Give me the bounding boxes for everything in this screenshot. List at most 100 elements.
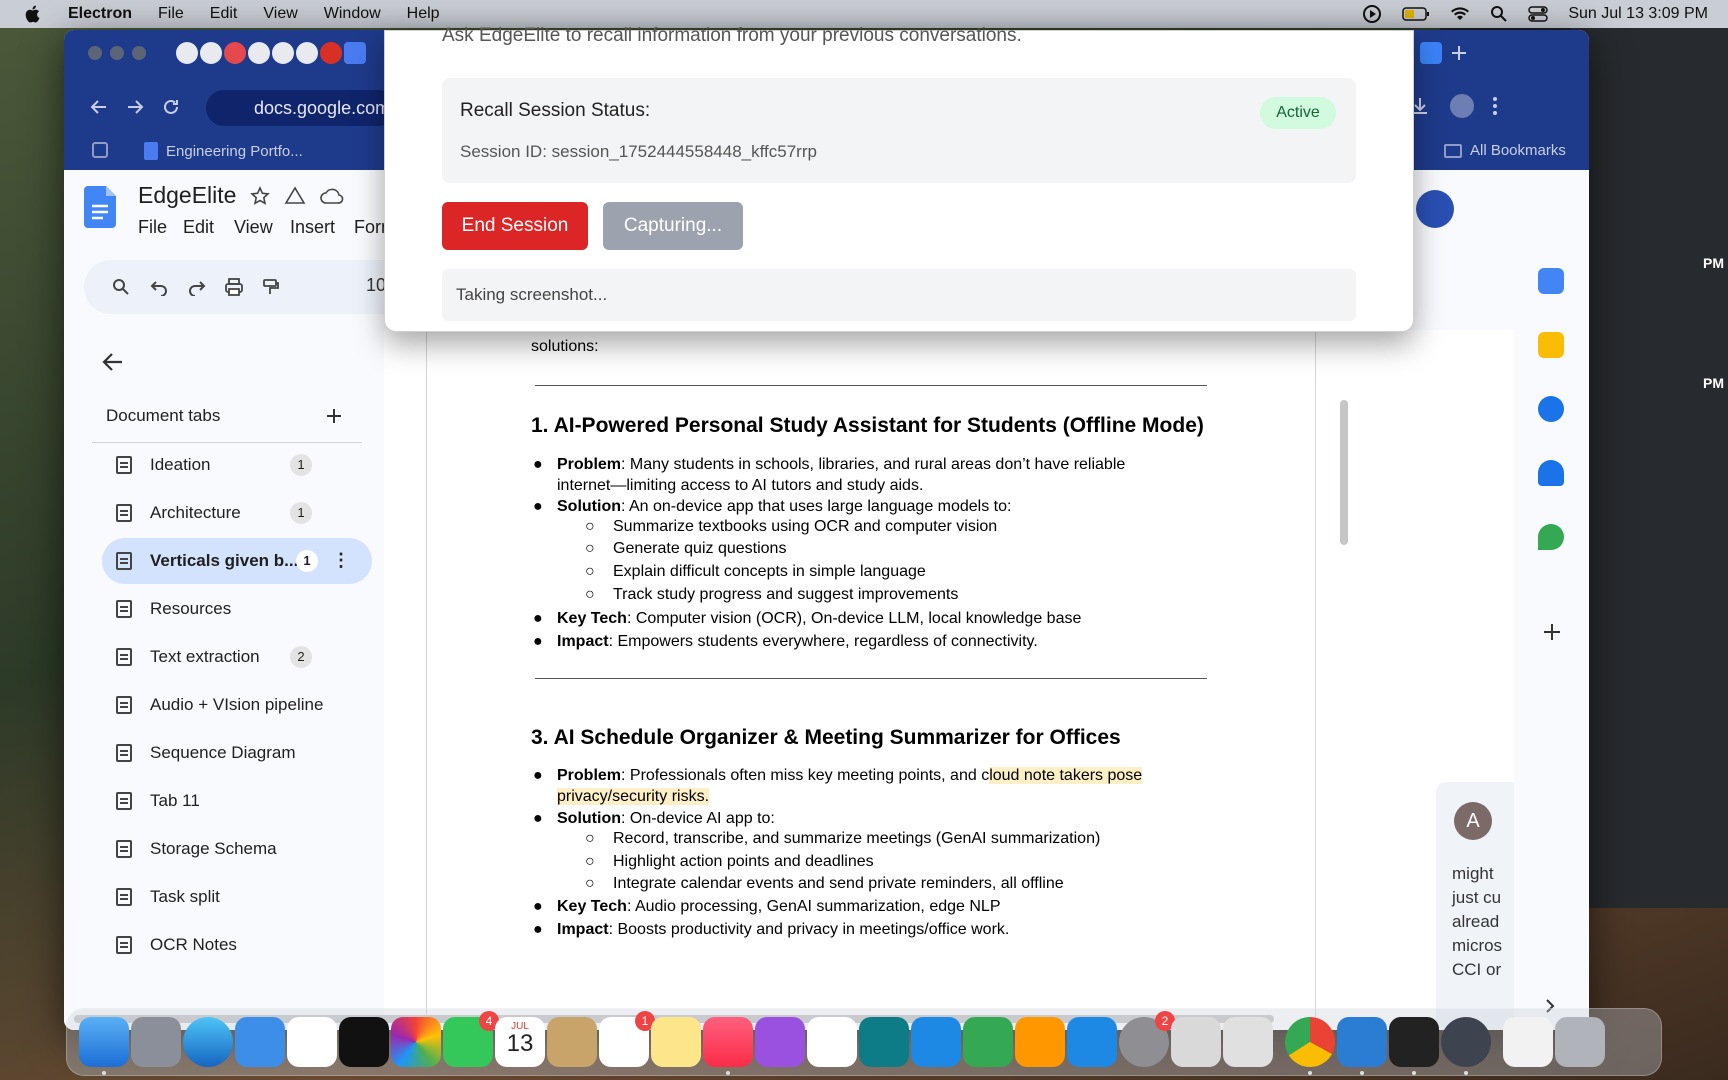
docs-menu-insert[interactable]: Insert [290,217,335,238]
user-avatar[interactable] [1416,190,1454,228]
control-center-icon[interactable] [1528,5,1549,23]
back-arrow-icon[interactable] [102,352,124,372]
keynote-icon[interactable] [911,1017,961,1067]
pinned-tab[interactable] [248,42,270,64]
contacts-app-icon[interactable] [547,1017,597,1067]
add-addon-icon[interactable] [1542,622,1562,642]
upwork-tab[interactable] [224,42,246,64]
mail-icon[interactable] [235,1017,285,1067]
menu-help[interactable]: Help [407,5,440,23]
back-icon[interactable] [90,98,108,116]
doc-tab-item[interactable]: Audio + VIsion pipeline [102,682,372,728]
menu-edit[interactable]: Edit [210,5,238,23]
reminders-icon[interactable]: 1 [599,1011,655,1067]
calendar-icon[interactable] [1538,268,1564,294]
all-bookmarks[interactable]: All Bookmarks [1444,142,1566,159]
arduino-icon[interactable] [859,1017,909,1067]
cloud-saved-icon[interactable] [320,188,344,204]
github-tab[interactable] [200,42,222,64]
chrome-icon[interactable] [1285,1017,1335,1075]
docs-menu-view[interactable]: View [234,217,273,238]
apple-logo-icon[interactable] [22,3,44,25]
gmail-tab[interactable] [320,42,342,64]
menu-app-name[interactable]: Electron [68,5,132,23]
spotlight-search-icon[interactable] [1490,5,1508,23]
paint-format-icon[interactable] [262,278,280,296]
keep-icon[interactable] [1538,332,1564,358]
google-docs-logo-icon[interactable] [84,186,116,228]
trash-icon[interactable] [1555,1017,1605,1067]
docs-tab[interactable] [344,42,366,64]
doc-tab-item[interactable]: Ideation 1 [102,442,372,488]
new-tab-icon[interactable] [1450,44,1468,62]
vscode-icon[interactable] [1337,1017,1387,1075]
documents-stack-icon[interactable] [1503,1017,1553,1067]
comment-highlight[interactable]: loud note takers pose [989,767,1143,784]
doc-tab-item[interactable]: Verticals given b... 1 ⋮ [102,538,372,584]
move-to-drive-icon[interactable] [284,186,306,206]
news-icon[interactable] [807,1017,857,1067]
print-icon[interactable] [224,278,244,296]
undo-icon[interactable] [150,278,168,296]
more-menu-icon[interactable] [1492,96,1498,116]
bookmark-engineering[interactable]: Engineering Portfo... [144,142,303,160]
doc-tab-item[interactable]: OCR Notes [102,922,372,968]
tasks-icon[interactable] [1538,396,1564,422]
menu-window[interactable]: Window [324,5,381,23]
doc-tab-item[interactable]: Resources [102,586,372,632]
numbers-icon[interactable] [963,1017,1013,1067]
preview-icon[interactable] [1223,1017,1273,1067]
pinned-tab[interactable] [176,42,198,64]
electron-icon[interactable] [1441,1017,1491,1075]
wifi-icon[interactable] [1450,6,1470,22]
doc-tab-item[interactable]: Text extraction 2 [102,634,372,680]
comment-card[interactable]: A might just cu alread micros CCI or [1436,782,1514,1030]
maps-app-icon[interactable] [287,1017,337,1067]
profile-avatar[interactable] [1450,94,1474,118]
docs-menu-file[interactable]: File [138,217,167,238]
menu-view[interactable]: View [263,5,297,23]
doc-tab-item[interactable]: Architecture 1 [102,490,372,536]
terminal-icon[interactable] [1389,1017,1439,1075]
zoom-window-button[interactable] [132,46,146,60]
document-page[interactable]: solutions: 1. AI-Powered Personal Study … [426,330,1316,1030]
finder-icon[interactable] [79,1017,129,1075]
clock[interactable]: Sun Jul 13 3:09 PM [1568,5,1708,23]
tv-icon[interactable] [339,1017,389,1067]
utility-app-icon[interactable] [1171,1017,1221,1067]
pinned-tab[interactable] [272,42,294,64]
music-icon[interactable] [703,1017,753,1075]
add-tab-icon[interactable] [326,408,342,424]
apps-icon[interactable] [92,142,108,158]
notes-icon[interactable] [651,1017,701,1067]
safari-icon[interactable] [183,1017,233,1067]
doc-tab-item[interactable]: Storage Schema [102,826,372,872]
end-session-button[interactable]: End Session [442,202,588,250]
comment-highlight[interactable]: privacy/security risks. [557,788,710,805]
photos-icon[interactable] [391,1017,441,1067]
facetime-icon[interactable]: 4 [443,1011,499,1067]
capture-button[interactable]: Capturing... [603,202,743,250]
minimize-window-button[interactable] [110,46,124,60]
pages-icon[interactable] [1015,1017,1065,1067]
vertical-scrollbar[interactable] [1340,400,1348,545]
app-store-icon[interactable] [1067,1017,1117,1067]
close-window-button[interactable] [88,46,102,60]
docs-menu-edit[interactable]: Edit [183,217,214,238]
search-tabs-icon[interactable] [1420,42,1442,64]
search-menus-icon[interactable] [112,278,130,296]
menu-file[interactable]: File [158,5,184,23]
battery-icon[interactable] [1402,6,1430,22]
doc-tab-item[interactable]: Sequence Diagram [102,730,372,776]
doc-tab-item[interactable]: Tab 11 [102,778,372,824]
url-field[interactable]: docs.google.com [206,90,396,126]
contacts-icon[interactable] [1538,460,1564,486]
redo-icon[interactable] [188,278,206,296]
doc-tab-item[interactable]: Task split [102,874,372,920]
launchpad-icon[interactable] [131,1017,181,1067]
document-title[interactable]: EdgeElite [138,182,236,209]
reload-icon[interactable] [162,98,180,116]
more-vert-icon[interactable]: ⋮ [332,551,350,569]
maps-icon[interactable] [1538,524,1564,550]
system-settings-icon[interactable]: 2 [1119,1011,1175,1067]
